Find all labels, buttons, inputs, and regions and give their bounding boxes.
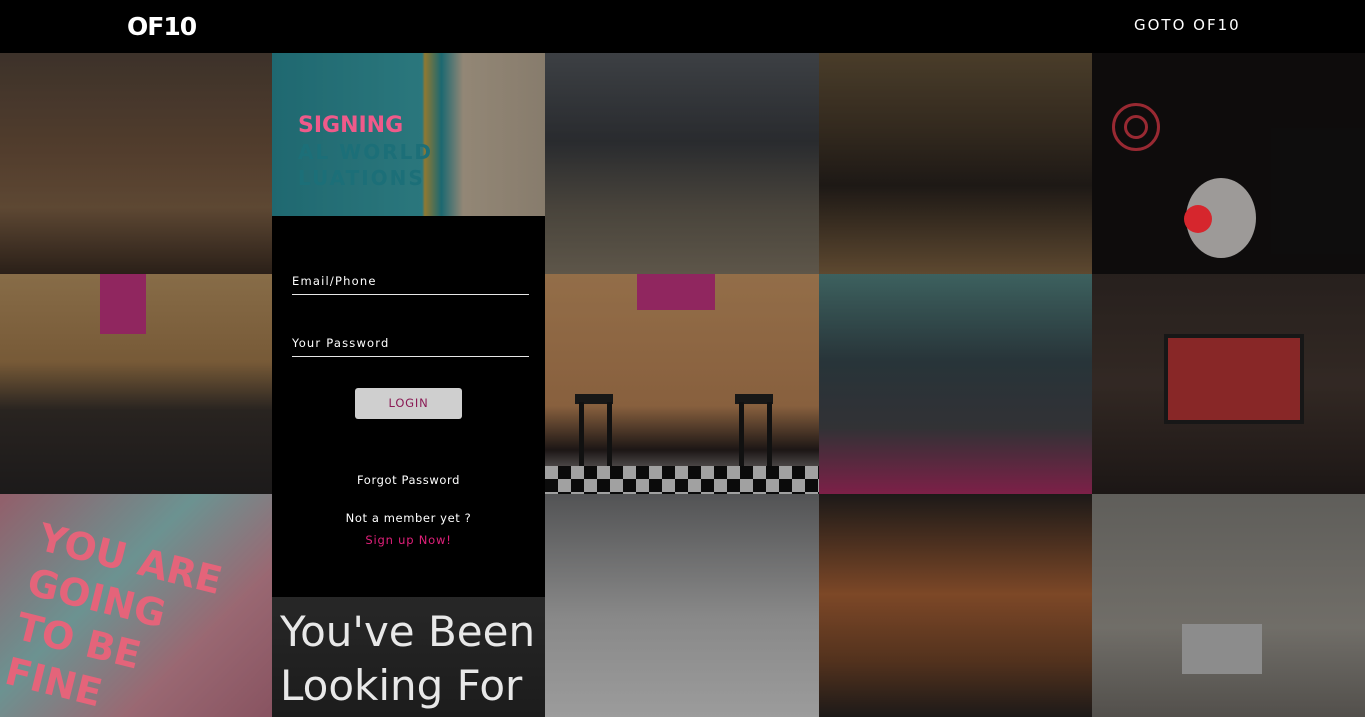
stool-leg (739, 402, 744, 472)
photo-tile-man-writing (545, 494, 819, 717)
tv-screen (1164, 334, 1304, 424)
email-underline (292, 294, 529, 295)
photo-tile-team-party (819, 53, 1092, 274)
street-art-text: YOU ARE GOING TO BE FINE (1, 514, 227, 717)
photo-tile-neon-art (1092, 53, 1365, 274)
password-field[interactable] (292, 331, 529, 357)
stool-leg (607, 402, 612, 472)
poster-line: LUATIONS (298, 166, 425, 190)
photo-tile-lounge (0, 53, 272, 274)
photo-tile-cafe-counter (0, 274, 272, 494)
not-member-text: Not a member yet ? (345, 511, 472, 525)
neon-eye (1184, 205, 1212, 233)
neon-line: You've Been (280, 607, 536, 656)
photo-tile-desk (1092, 494, 1365, 717)
password-underline (292, 356, 529, 357)
photo-tile-neon-sign: You've Been Looking For (272, 597, 545, 717)
photo-tile-poster: SIGNING AL WORLD LUATIONS (272, 53, 545, 216)
poster-line: AL WORLD (298, 140, 433, 164)
neon-line: Looking For (280, 661, 523, 710)
checker-floor (545, 466, 819, 494)
photo-tile-meeting (819, 274, 1092, 494)
forgot-password-link[interactable]: Forgot Password (272, 473, 545, 487)
neon-sign-text: You've Been Looking For (280, 605, 535, 713)
photo-tile-workspace (545, 53, 819, 274)
top-header: OF10 GOTO OF10 (0, 0, 1365, 53)
email-field[interactable] (292, 269, 529, 295)
stool-leg (767, 402, 772, 472)
signup-link[interactable]: Sign up Now! (272, 533, 545, 547)
login-panel: Email/Phone Your Password LOGIN Forgot P… (272, 216, 545, 597)
poster-text: SIGNING AL WORLD LUATIONS (298, 113, 433, 191)
photo-tile-birthday (1092, 274, 1365, 494)
stool-seat (575, 394, 613, 404)
laptop (1182, 624, 1262, 674)
pink-artwork (637, 274, 715, 310)
pink-artwork (100, 274, 146, 334)
of10-logo[interactable]: OF10 (127, 14, 221, 40)
poster-line: SIGNING (298, 113, 404, 138)
stool-leg (579, 402, 584, 472)
stool-seat (735, 394, 773, 404)
neon-record-inner (1124, 115, 1148, 139)
logo-text: OF10 (127, 12, 197, 41)
photo-tile-street-art: YOU ARE GOING TO BE FINE (0, 494, 272, 717)
goto-of10-link[interactable]: GOTO OF10 (1134, 16, 1241, 34)
neon-record-icon (1112, 103, 1160, 151)
login-button[interactable]: LOGIN (355, 388, 462, 419)
photo-tile-film-shoot (819, 494, 1092, 717)
photo-tile-bar-stools (545, 274, 819, 494)
